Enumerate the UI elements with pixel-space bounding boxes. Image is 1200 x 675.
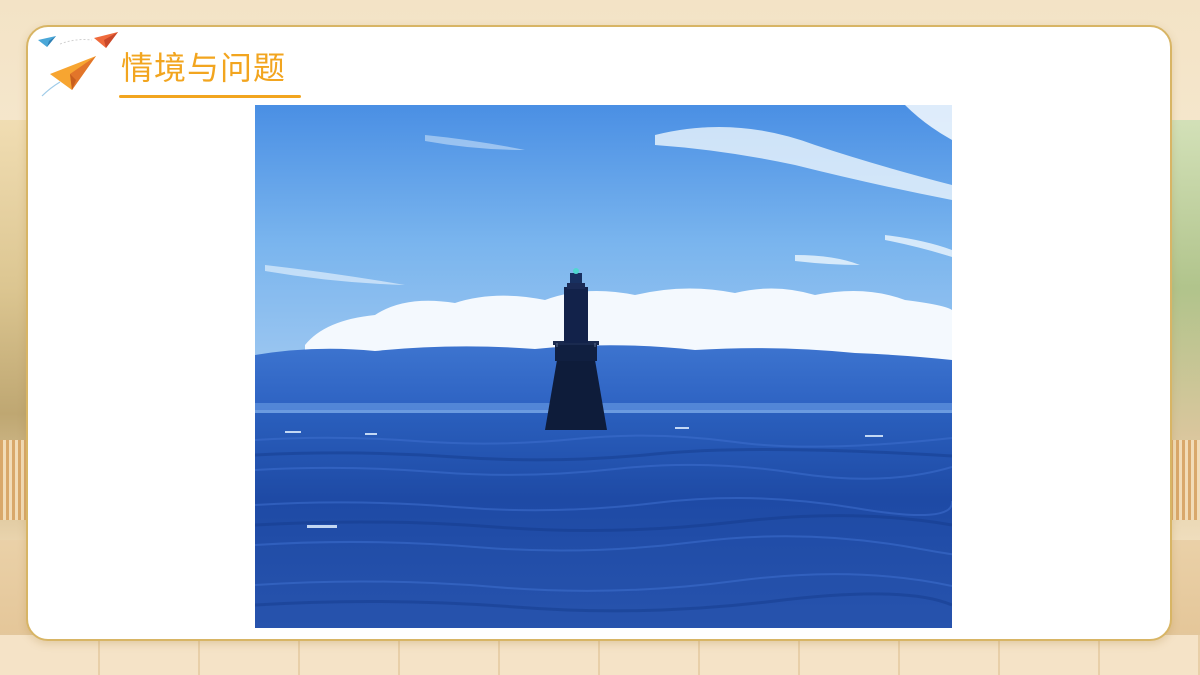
background-decor-right	[1170, 440, 1200, 520]
title-underline	[119, 95, 301, 98]
page-title: 情境与问题	[121, 49, 287, 87]
lighthouse-sea-photo	[255, 105, 952, 628]
paper-planes-icon	[38, 32, 118, 97]
